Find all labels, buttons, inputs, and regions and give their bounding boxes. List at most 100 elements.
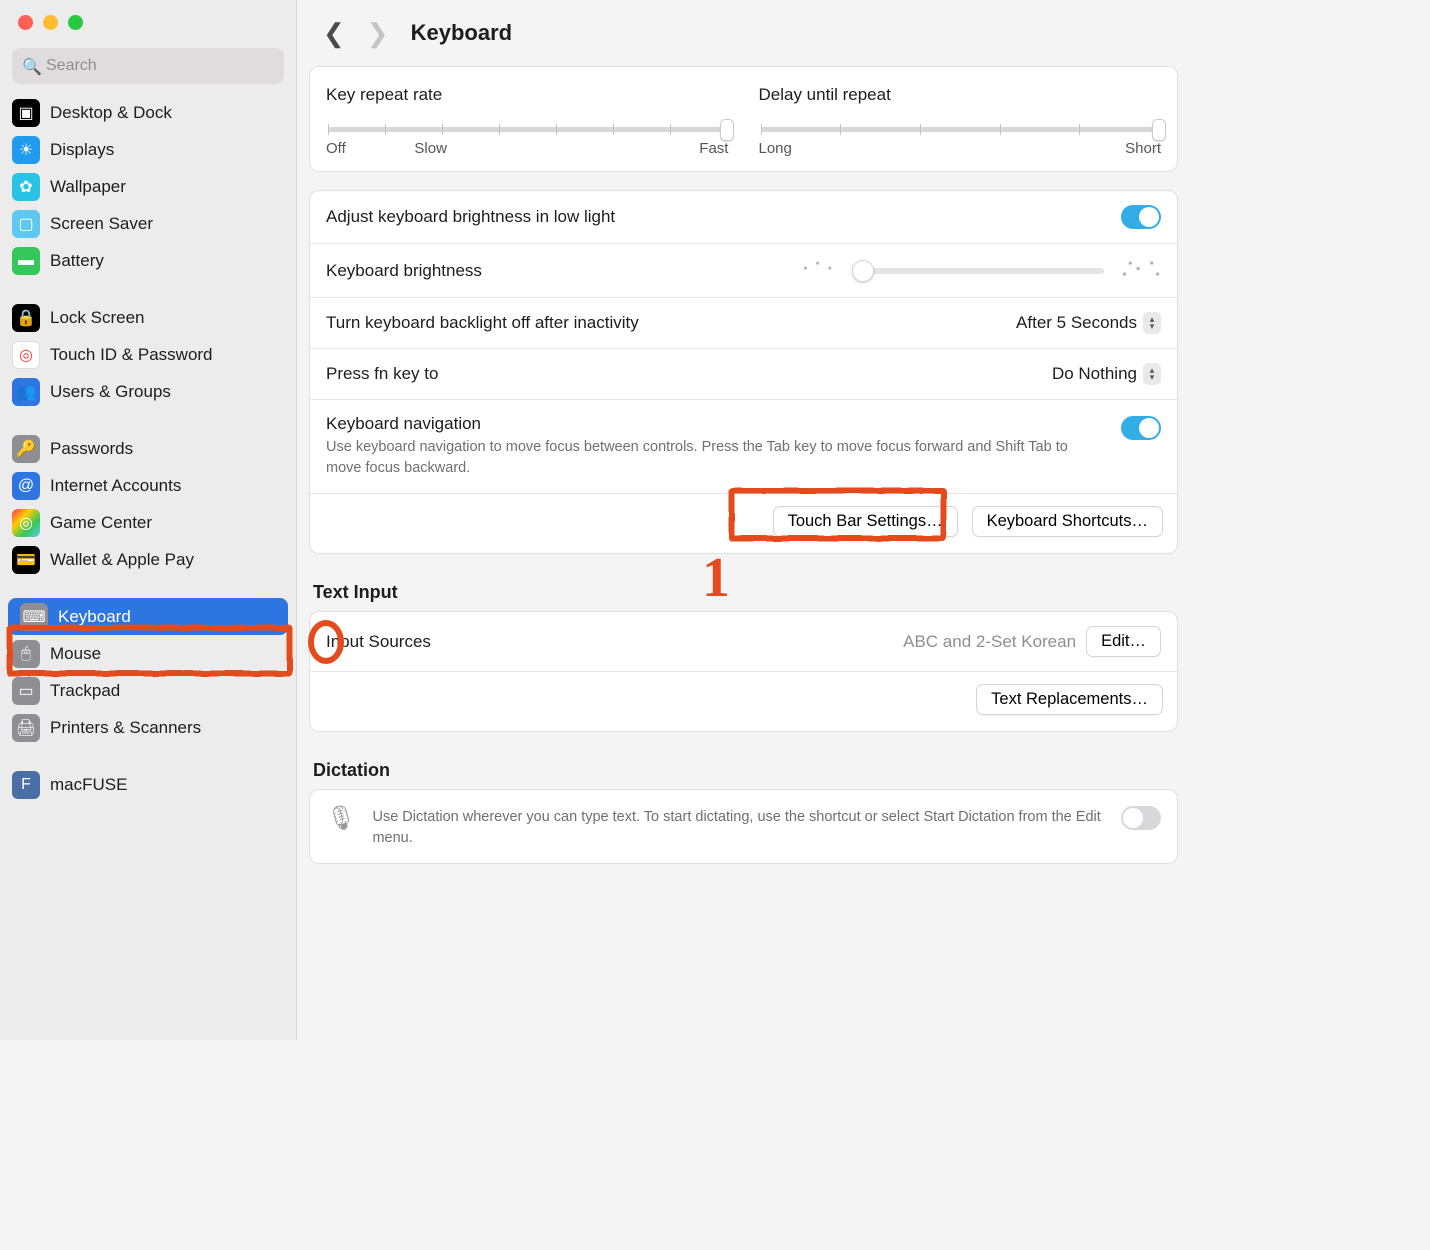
- sidebar-item-mouse[interactable]: 🖱 Mouse: [0, 635, 296, 672]
- printers-scanners-icon: 🖨: [12, 714, 40, 742]
- dictation-toggle[interactable]: [1121, 806, 1161, 830]
- search-input[interactable]: [12, 48, 284, 84]
- brightness-high-icon: ⠌⠂⠡: [1120, 258, 1161, 283]
- updown-icon: ▴▾: [1143, 312, 1161, 334]
- backlight-off-label: Turn keyboard backlight off after inacti…: [326, 313, 639, 333]
- titlebar: ❮ ❯ Keyboard: [309, 0, 1178, 66]
- repeat-card: Key repeat rate Off Slow Fast Delay unti…: [309, 66, 1178, 172]
- sidebar-item-label: Wallet & Apple Pay: [50, 550, 194, 570]
- back-button[interactable]: ❮: [323, 18, 345, 49]
- desktop-dock-icon: ▣: [12, 99, 40, 127]
- key-repeat-slider-group: Key repeat rate Off Slow Fast: [326, 85, 729, 157]
- keyboard-icon: ⌨: [20, 603, 48, 631]
- fn-key-select[interactable]: Do Nothing ▴▾: [1052, 363, 1161, 385]
- sidebar-item-keyboard[interactable]: ⌨ Keyboard: [8, 598, 288, 635]
- fn-key-value: Do Nothing: [1052, 364, 1137, 384]
- delay-slider[interactable]: [761, 127, 1160, 132]
- text-replacements-button[interactable]: Text Replacements…: [976, 684, 1163, 715]
- search-icon: 🔍: [22, 57, 42, 77]
- zoom-window-button[interactable]: [68, 15, 83, 30]
- mouse-icon: 🖱: [12, 640, 40, 668]
- sidebar-item-internet-accounts[interactable]: @ Internet Accounts: [0, 467, 296, 504]
- macfuse-icon: F: [12, 771, 40, 799]
- sidebar-item-displays[interactable]: ☀ Displays: [0, 131, 296, 168]
- sidebar-item-label: Passwords: [50, 439, 133, 459]
- input-sources-edit-button[interactable]: Edit…: [1086, 626, 1161, 657]
- keyboard-nav-label: Keyboard navigation: [326, 414, 1101, 434]
- lock-screen-icon: 🔒: [12, 304, 40, 332]
- wallet-apple-pay-icon: 💳: [12, 546, 40, 574]
- adjust-low-light-toggle[interactable]: [1121, 205, 1161, 229]
- game-center-icon: ◎: [12, 509, 40, 537]
- key-repeat-label: Key repeat rate: [326, 85, 729, 105]
- internet-accounts-icon: @: [12, 472, 40, 500]
- sidebar-item-label: Desktop & Dock: [50, 103, 172, 123]
- updown-icon: ▴▾: [1143, 363, 1161, 385]
- sidebar-item-macfuse[interactable]: FmacFUSE: [0, 766, 296, 803]
- sidebar-item-label: Printers & Scanners: [50, 718, 201, 738]
- keyboard-nav-desc: Use keyboard navigation to move focus be…: [326, 437, 1101, 479]
- sidebar-item-battery[interactable]: ▬ Battery: [0, 242, 296, 279]
- fn-key-label: Press fn key to: [326, 364, 438, 384]
- delay-short-label: Short: [1125, 140, 1161, 157]
- wallpaper-icon: ✿: [12, 173, 40, 201]
- adjust-low-light-label: Adjust keyboard brightness in low light: [326, 207, 615, 227]
- passwords-icon: 🔑: [12, 435, 40, 463]
- sidebar-item-touch-id-password[interactable]: ◎Touch ID & Password: [0, 336, 296, 373]
- key-repeat-slider[interactable]: [328, 127, 727, 132]
- touchbar-settings-button[interactable]: Touch Bar Settings…: [773, 506, 958, 537]
- sidebar-item-screen-saver[interactable]: ▢ Screen Saver: [0, 205, 296, 242]
- search-field-wrap: 🔍: [0, 44, 296, 94]
- sidebar-item-label: Battery: [50, 251, 104, 271]
- sidebar-item-game-center[interactable]: ◎ Game Center: [0, 504, 296, 541]
- repeat-fast-label: Fast: [699, 140, 728, 157]
- sidebar-item-passwords[interactable]: 🔑 Passwords: [0, 430, 296, 467]
- sidebar-item-users-groups[interactable]: 👥 Users & Groups: [0, 373, 296, 410]
- sidebar-item-label: Lock Screen: [50, 308, 145, 328]
- trackpad-icon: ▭: [12, 677, 40, 705]
- sidebar-item-label: Internet Accounts: [50, 476, 181, 496]
- sidebar-item-wallet-apple-pay[interactable]: 💳 Wallet & Apple Pay: [0, 541, 296, 578]
- sidebar-item-label: Touch ID & Password: [50, 345, 213, 365]
- sidebar-item-trackpad[interactable]: ▭ Trackpad: [0, 672, 296, 709]
- dictation-title: Dictation: [309, 750, 1178, 789]
- forward-button[interactable]: ❯: [367, 18, 389, 49]
- sidebar-item-label: Displays: [50, 140, 114, 160]
- sidebar-item-label: macFUSE: [50, 775, 127, 795]
- brightness-label: Keyboard brightness: [326, 261, 785, 281]
- sidebar-nav: ▣ Desktop & Dock ☀ Displays ✿ Wallpaper ▢ Scree…: [0, 94, 296, 1040]
- dictation-desc: Use Dictation wherever you can type text…: [372, 807, 1105, 849]
- battery-icon: ▬: [12, 247, 40, 275]
- sidebar-item-label: Keyboard: [58, 607, 131, 627]
- brightness-slider[interactable]: [854, 268, 1104, 274]
- sidebar-item-label: Screen Saver: [50, 214, 153, 234]
- sidebar-item-desktop-dock[interactable]: ▣ Desktop & Dock: [0, 94, 296, 131]
- backlight-off-select[interactable]: After 5 Seconds ▴▾: [1016, 312, 1161, 334]
- screen-saver-icon: ▢: [12, 210, 40, 238]
- window-controls: [0, 15, 296, 44]
- sidebar: 🔍 ▣ Desktop & Dock ☀ Displays ✿ Wallpaper ▢ Scr…: [0, 0, 297, 1040]
- input-sources-value: ABC and 2-Set Korean: [903, 632, 1076, 652]
- users-groups-icon: 👥: [12, 378, 40, 406]
- repeat-off-label: Off: [326, 140, 366, 157]
- microphone-icon: 🎙: [326, 804, 356, 833]
- text-input-card: Input Sources ABC and 2-Set Korean Edit……: [309, 611, 1178, 732]
- keyboard-shortcuts-button[interactable]: Keyboard Shortcuts…: [972, 506, 1163, 537]
- sidebar-item-printers-scanners[interactable]: 🖨 Printers & Scanners: [0, 709, 296, 746]
- close-window-button[interactable]: [18, 15, 33, 30]
- sidebar-item-label: Game Center: [50, 513, 152, 533]
- sidebar-item-lock-screen[interactable]: 🔒 Lock Screen: [0, 299, 296, 336]
- sidebar-item-wallpaper[interactable]: ✿ Wallpaper: [0, 168, 296, 205]
- sidebar-item-label: Mouse: [50, 644, 101, 664]
- sidebar-item-label: Wallpaper: [50, 177, 126, 197]
- text-input-title: Text Input: [309, 572, 1178, 611]
- sidebar-item-label: Users & Groups: [50, 382, 171, 402]
- minimize-window-button[interactable]: [43, 15, 58, 30]
- input-sources-label: Input Sources: [326, 632, 431, 652]
- keyboard-nav-toggle[interactable]: [1121, 416, 1161, 440]
- page-title: Keyboard: [411, 20, 512, 46]
- content-pane: ❮ ❯ Keyboard Key repeat rate Off Slow Fa…: [297, 0, 1190, 1040]
- sidebar-item-label: Trackpad: [50, 681, 120, 701]
- backlight-off-value: After 5 Seconds: [1016, 313, 1137, 333]
- displays-icon: ☀: [12, 136, 40, 164]
